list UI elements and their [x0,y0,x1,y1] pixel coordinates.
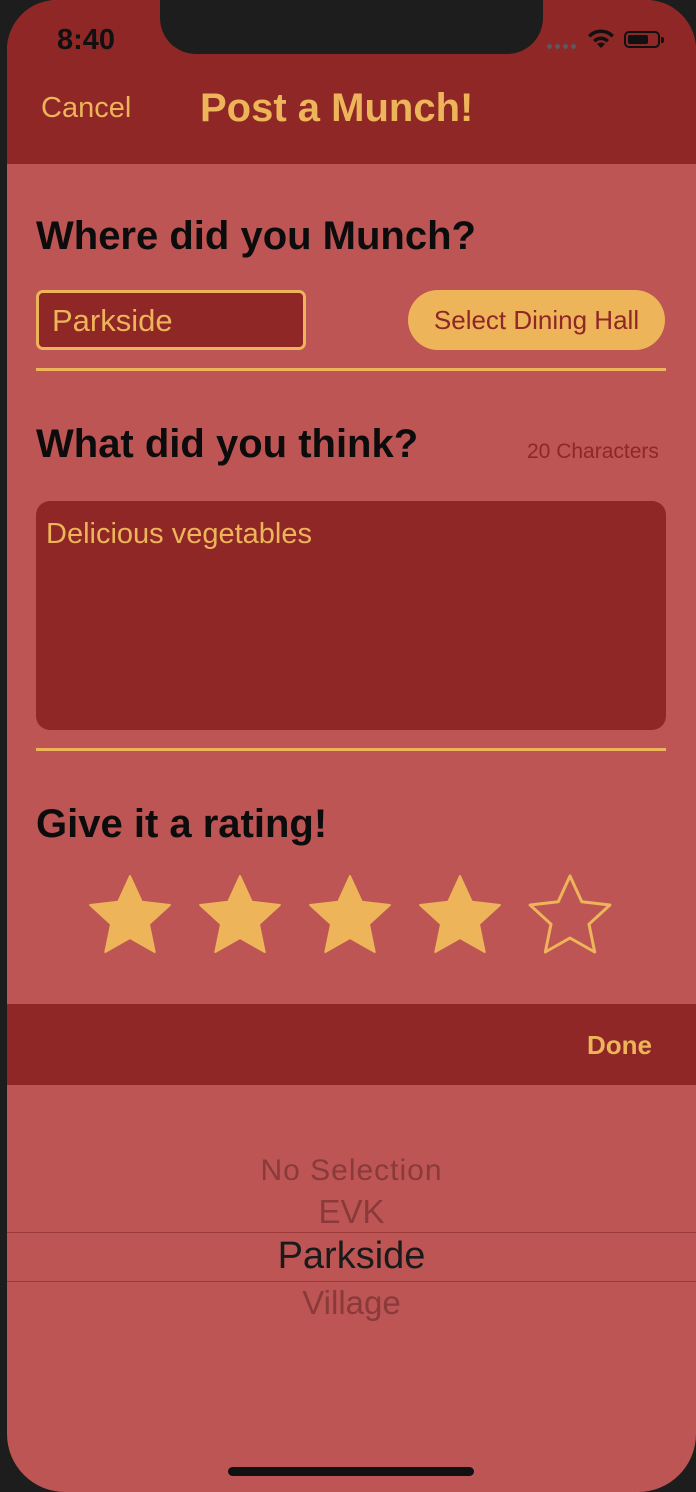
select-dining-hall-button[interactable]: Select Dining Hall [408,290,665,350]
section-divider [36,368,666,371]
review-text-area[interactable]: Delicious vegetables [36,501,666,730]
status-bar-time: 8:40 [57,24,116,56]
picker-option[interactable]: EVK [7,1193,696,1231]
picker-option-selected[interactable]: Parkside [7,1235,696,1278]
picker-option[interactable]: No Selection [7,1154,696,1188]
cancel-button[interactable]: Cancel [41,92,131,125]
star-filled-icon[interactable] [307,873,393,959]
dining-hall-field[interactable]: Parkside [36,290,306,350]
app-screen: 8:40 Cancel Post a Munch! Where did you … [7,0,696,1492]
star-filled-icon[interactable] [417,873,503,959]
picker-selection-line [7,1281,696,1282]
cellular-signal-icon [547,44,579,50]
done-button[interactable]: Done [587,1030,652,1061]
battery-icon [624,31,664,48]
star-filled-icon[interactable] [87,873,173,959]
star-empty-icon[interactable] [527,873,613,959]
section-divider [36,748,666,751]
where-section-title: Where did you Munch? [36,214,476,258]
picker-option[interactable]: Village [7,1284,696,1322]
page-title: Post a Munch! [200,86,474,130]
rating-section-title: Give it a rating! [36,802,328,846]
review-section-title: What did you think? [36,422,419,466]
star-rating[interactable] [87,873,627,959]
device-notch [160,0,543,54]
star-filled-icon[interactable] [197,873,283,959]
picker-selection-line [7,1232,696,1233]
character-count-label: 20 Characters [527,440,659,463]
wifi-icon [586,28,616,55]
home-indicator [228,1467,474,1476]
